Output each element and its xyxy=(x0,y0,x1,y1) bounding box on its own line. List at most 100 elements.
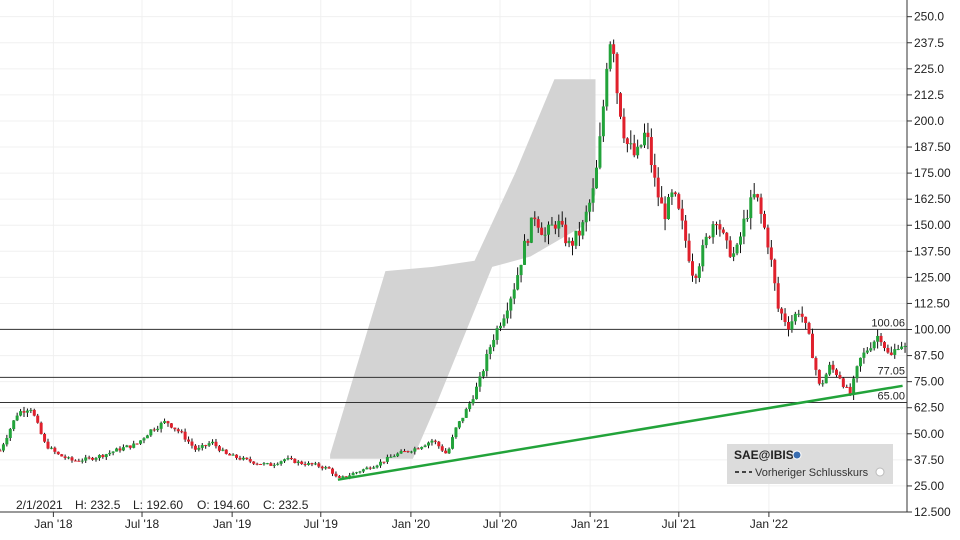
candle-down xyxy=(814,358,818,370)
candle-up xyxy=(272,464,276,466)
candle-down xyxy=(53,447,57,452)
candle-up xyxy=(478,376,482,387)
candle-up xyxy=(505,310,509,319)
candle-up xyxy=(262,463,266,465)
candle-up xyxy=(821,383,825,385)
candle-down xyxy=(718,224,722,230)
candle-up xyxy=(595,167,599,189)
candle-down xyxy=(831,364,835,370)
candle-down xyxy=(622,116,626,139)
candle-down xyxy=(759,197,763,214)
candle-down xyxy=(762,213,766,228)
candle-down xyxy=(87,457,91,459)
candle-up xyxy=(241,457,245,460)
candle-up xyxy=(557,220,561,229)
candle-down xyxy=(690,261,694,276)
candle-up xyxy=(745,218,749,220)
candle-up xyxy=(519,264,523,276)
candle-up xyxy=(399,451,403,454)
candle-up xyxy=(738,236,742,245)
candle-up xyxy=(457,421,461,428)
candle-down xyxy=(687,240,691,262)
candle-down xyxy=(834,369,838,376)
candle-down xyxy=(228,453,232,456)
candle-down xyxy=(60,454,64,457)
candle-down xyxy=(437,441,441,447)
candle-up xyxy=(392,456,396,458)
candle-down xyxy=(180,431,184,433)
candle-down xyxy=(152,429,156,431)
candle-up xyxy=(896,349,900,351)
candle-up xyxy=(25,410,29,413)
candle-down xyxy=(786,322,790,330)
candle-up xyxy=(499,325,503,329)
candle-up xyxy=(567,240,571,244)
candle-up xyxy=(639,145,643,147)
candle-down xyxy=(293,458,297,464)
candle-up xyxy=(286,458,290,460)
candle-up xyxy=(523,240,527,265)
candle-down xyxy=(406,451,410,453)
candle-down xyxy=(663,203,667,220)
candle-up xyxy=(49,447,53,449)
candle-down xyxy=(259,463,263,465)
candle-up xyxy=(550,224,554,226)
candle-up xyxy=(358,471,362,473)
y-tick-label: 100.00 xyxy=(914,323,951,337)
candle-up xyxy=(464,409,468,418)
candle-up xyxy=(492,339,496,348)
x-tick-label: Jan '18 xyxy=(34,517,73,531)
candle-up xyxy=(903,345,907,347)
candle-up xyxy=(876,335,880,342)
candle-down xyxy=(217,446,221,451)
candle-up xyxy=(502,318,506,326)
candle-up xyxy=(485,353,489,372)
candle-up xyxy=(142,438,146,441)
candle-down xyxy=(783,313,787,323)
candle-down xyxy=(238,457,242,460)
candle-up xyxy=(427,442,431,446)
y-tick-label: 237.5 xyxy=(914,36,944,50)
candle-down xyxy=(560,220,564,225)
candle-down xyxy=(773,259,777,284)
candle-up xyxy=(790,321,794,330)
candle-down xyxy=(817,369,821,384)
candle-up xyxy=(197,447,201,450)
candle-up xyxy=(495,328,499,340)
candle-up xyxy=(283,459,287,462)
candle-up xyxy=(574,230,578,246)
candle-down xyxy=(56,451,60,455)
x-tick-label: Jan '20 xyxy=(392,517,431,531)
ohlc-low: L: 192.60 xyxy=(133,498,183,512)
candle-down xyxy=(331,468,335,474)
candle-up xyxy=(793,313,797,322)
candle-down xyxy=(252,461,256,464)
candle-up xyxy=(67,457,71,459)
candle-up xyxy=(149,429,153,436)
y-tick-label: 62.50 xyxy=(914,401,944,415)
candle-up xyxy=(636,146,640,156)
candle-down xyxy=(320,466,324,469)
candle-up xyxy=(666,197,670,220)
y-tick-label: 112.50 xyxy=(914,296,950,310)
candle-up xyxy=(15,415,19,421)
candle-down xyxy=(32,409,36,416)
y-tick-label: 137.50 xyxy=(914,244,951,258)
x-tick-label: Jan '21 xyxy=(571,517,610,531)
candle-up xyxy=(697,266,701,278)
candle-up xyxy=(104,454,108,458)
candle-up xyxy=(125,445,129,448)
candle-up xyxy=(8,429,12,438)
y-tick-label: 212.5 xyxy=(914,88,944,102)
candle-down xyxy=(804,316,808,323)
legend-toggle-icon[interactable] xyxy=(875,467,885,477)
candle-up xyxy=(670,192,674,198)
candle-up xyxy=(211,441,215,444)
candle-up xyxy=(735,244,739,254)
candle-up xyxy=(111,451,115,453)
candle-up xyxy=(872,341,876,349)
candle-down xyxy=(63,456,67,459)
candle-down xyxy=(571,240,575,246)
candle-up xyxy=(200,445,204,448)
legend-title: SAE@IBIS xyxy=(734,448,794,462)
